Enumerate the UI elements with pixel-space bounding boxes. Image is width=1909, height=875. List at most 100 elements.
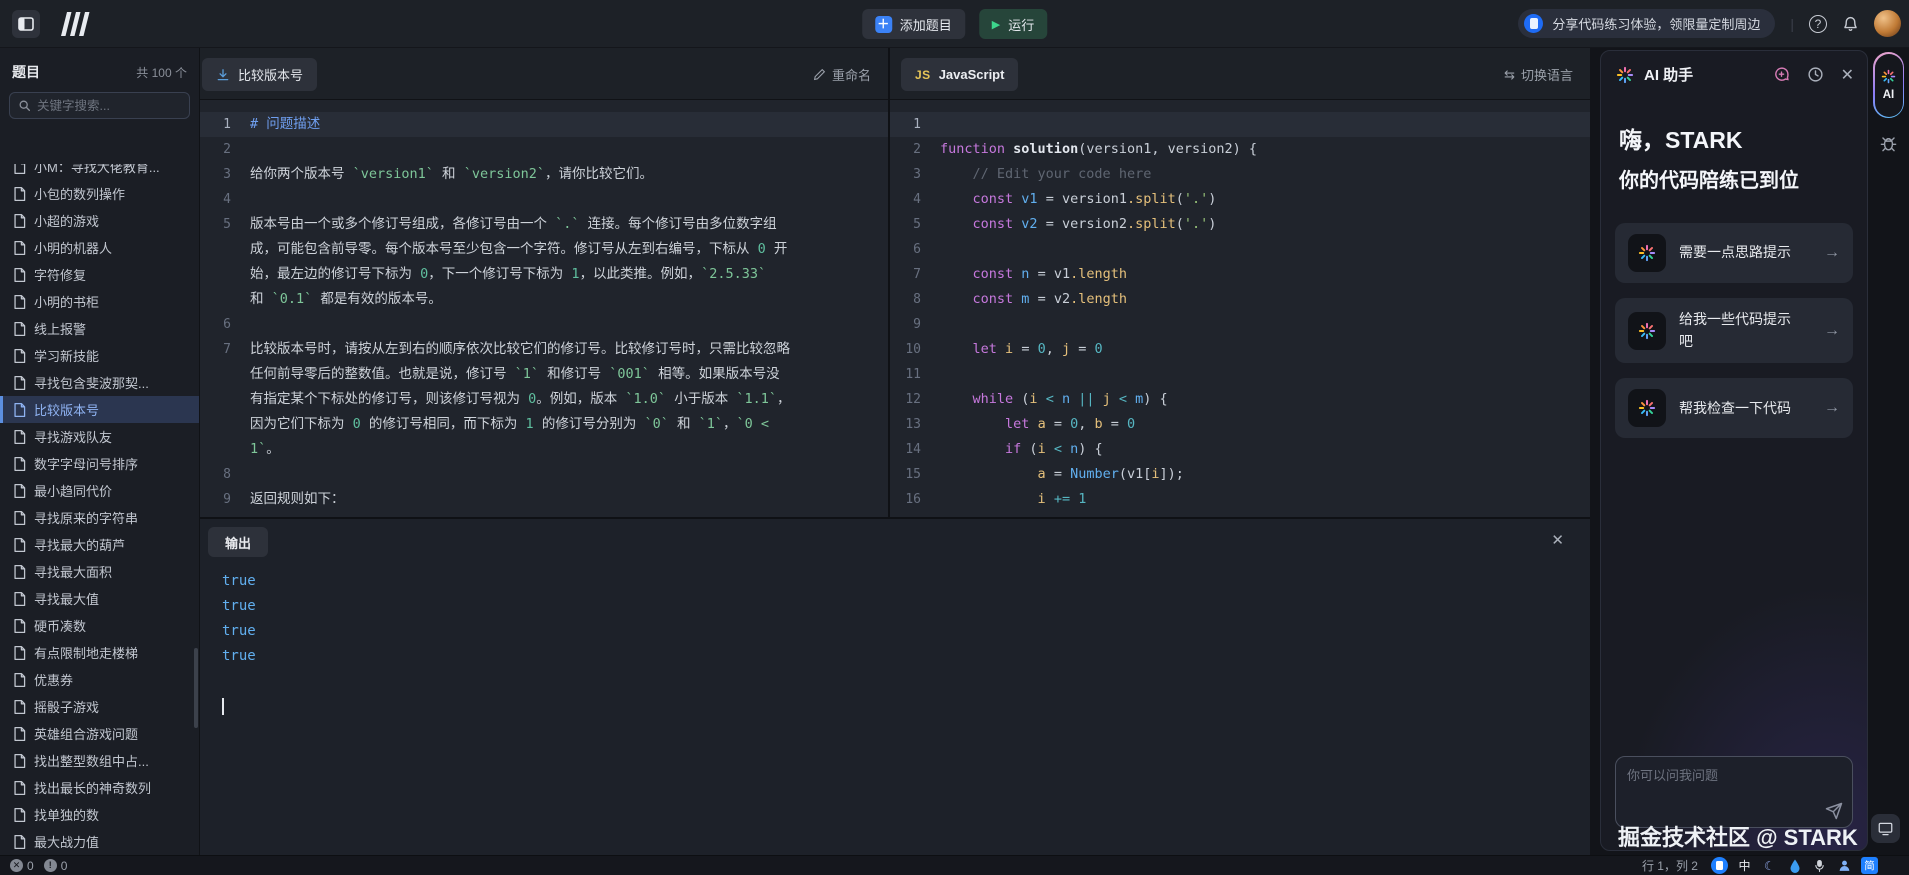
ai-input-box[interactable] bbox=[1615, 756, 1853, 828]
ai-toggle-button[interactable]: AI bbox=[1873, 52, 1904, 118]
problem-sidebar: 题目 共 100 个 小M：寻找大佬教育... 小包的数列操作小超的游戏小明的机器… bbox=[0, 48, 200, 855]
sidebar-item-硬币凑数[interactable]: 硬币凑数 bbox=[0, 612, 199, 639]
sidebar-item-寻找最大的葫芦[interactable]: 寻找最大的葫芦 bbox=[0, 531, 199, 558]
code-line: 1 bbox=[890, 112, 1590, 137]
search-input[interactable] bbox=[37, 98, 181, 113]
file-icon bbox=[14, 240, 26, 255]
sidebar-item-label: 小明的机器人 bbox=[34, 241, 113, 256]
bug-icon[interactable] bbox=[1879, 134, 1898, 158]
ai-close-icon[interactable]: ✕ bbox=[1841, 65, 1854, 85]
file-icon bbox=[14, 510, 26, 525]
juejin-tray-icon[interactable] bbox=[1711, 857, 1728, 874]
sparkle-icon bbox=[1628, 389, 1666, 428]
file-icon bbox=[14, 267, 26, 282]
promo-banner[interactable]: 分享代码练习体验，领限量定制周边 bbox=[1518, 9, 1776, 38]
sidebar-item-线上报警[interactable]: 线上报警 bbox=[0, 315, 199, 342]
description-line-text bbox=[250, 137, 888, 162]
sidebar-item-寻找原来的字符串[interactable]: 寻找原来的字符串 bbox=[0, 504, 199, 531]
sidebar-item-小M寻找大佬教育[interactable]: 小M：寻找大佬教育... bbox=[0, 164, 199, 180]
error-count[interactable]: ✕ 0 bbox=[10, 859, 34, 873]
ime-chinese-icon[interactable]: 中 bbox=[1736, 857, 1753, 874]
description-tab[interactable]: 比较版本号 bbox=[202, 58, 318, 91]
output-tab[interactable]: 输出 bbox=[208, 527, 269, 557]
sidebar-item-寻找最大值[interactable]: 寻找最大值 bbox=[0, 585, 199, 612]
sidebar-scrollbar[interactable] bbox=[194, 648, 198, 728]
ai-input[interactable] bbox=[1627, 765, 1842, 803]
sidebar-item-数字字母问号排序[interactable]: 数字字母问号排序 bbox=[0, 450, 199, 477]
sidebar-item-学习新技能[interactable]: 学习新技能 bbox=[0, 342, 199, 369]
line-number bbox=[200, 237, 250, 262]
sidebar-item-小超的游戏[interactable]: 小超的游戏 bbox=[0, 207, 199, 234]
floating-widget-button[interactable] bbox=[1871, 814, 1900, 843]
description-line-text: 因为它们下标为 0 的修订号相同，而下标为 1 的修订号分别为 `0` 和 `1… bbox=[250, 416, 770, 432]
sidebar-toggle-button[interactable] bbox=[12, 10, 40, 38]
description-editor[interactable]: 1 # 问题描述 2 3 给你两个版本号 `version1` 和 `version2`… bbox=[200, 100, 888, 517]
sidebar-item-小包的数列操作[interactable]: 小包的数列操作 bbox=[0, 180, 199, 207]
cursor-position[interactable]: 行 1，列 2 bbox=[1642, 857, 1698, 874]
dark-mode-icon[interactable]: ☾ bbox=[1761, 857, 1778, 874]
line-number: 8 bbox=[223, 467, 231, 482]
file-icon bbox=[14, 753, 26, 768]
simplified-chinese-icon[interactable]: 简 bbox=[1861, 857, 1878, 874]
sidebar-item-找出最长的神奇数列[interactable]: 找出最长的神奇数列 bbox=[0, 774, 199, 801]
app-grid-icon[interactable] bbox=[1886, 857, 1903, 874]
file-icon bbox=[14, 321, 26, 336]
sidebar-item-摇骰子游戏[interactable]: 摇骰子游戏 bbox=[0, 693, 199, 720]
sidebar-item-小明的机器人[interactable]: 小明的机器人 bbox=[0, 234, 199, 261]
rename-button[interactable]: 重命名 bbox=[813, 65, 871, 84]
sidebar-item-找出整型数组中占[interactable]: 找出整型数组中占... bbox=[0, 747, 199, 774]
ai-suggestion-label: 帮我检查一下代码 bbox=[1679, 399, 1791, 416]
description-line: 8 bbox=[200, 462, 888, 487]
ai-suggestion-card-2[interactable]: 给我一些代码提示吧 → bbox=[1615, 298, 1853, 364]
search-box[interactable] bbox=[9, 92, 190, 119]
drop-icon[interactable] bbox=[1786, 857, 1803, 874]
sidebar-item-找单独的数[interactable]: 找单独的数 bbox=[0, 801, 199, 828]
sidebar-item-寻找游戏队友[interactable]: 寻找游戏队友 bbox=[0, 423, 199, 450]
sidebar-item-比较版本号[interactable]: 比较版本号 bbox=[0, 396, 199, 423]
output-close-icon[interactable]: ✕ bbox=[1551, 531, 1564, 549]
description-line-text bbox=[250, 187, 888, 212]
output-line: true bbox=[222, 573, 256, 589]
code-pane: JS JavaScript ⇆ 切换语言 1 2 function solution… bbox=[890, 48, 1590, 517]
sidebar-item-小明的书柜[interactable]: 小明的书柜 bbox=[0, 288, 199, 315]
description-pane: 比较版本号 重命名 1 # 问题描述 2 3 给你两个版本号 `version1` 和 … bbox=[200, 48, 890, 517]
arrow-right-icon: → bbox=[1824, 321, 1840, 339]
run-label: 运行 bbox=[1008, 17, 1035, 33]
output-console[interactable]: true true true true bbox=[222, 569, 1580, 719]
bell-icon[interactable] bbox=[1842, 15, 1859, 33]
language-tab-label: JavaScript bbox=[938, 67, 1005, 82]
sidebar-item-字符修复[interactable]: 字符修复 bbox=[0, 261, 199, 288]
line-number: 5 bbox=[223, 217, 231, 232]
sidebar-item-最小趋同代价[interactable]: 最小趋同代价 bbox=[0, 477, 199, 504]
sidebar-item-优惠券[interactable]: 优惠券 bbox=[0, 666, 199, 693]
run-button[interactable]: ▶ 运行 bbox=[978, 9, 1048, 39]
ai-suggestion-card-3[interactable]: 帮我检查一下代码 → bbox=[1615, 378, 1853, 439]
line-number: 13 bbox=[905, 417, 921, 432]
sidebar-item-寻找包含斐波那契[interactable]: 寻找包含斐波那契... bbox=[0, 369, 199, 396]
sidebar-item-最大战力值[interactable]: 最大战力值 bbox=[0, 828, 199, 855]
sidebar-item-label: 学习新技能 bbox=[34, 349, 100, 364]
history-icon[interactable] bbox=[1807, 66, 1824, 83]
sidebar-item-label: 找出整型数组中占... bbox=[34, 754, 149, 769]
language-tab[interactable]: JS JavaScript bbox=[901, 58, 1019, 91]
send-icon[interactable] bbox=[1825, 802, 1843, 820]
line-number: 12 bbox=[905, 392, 921, 407]
new-chat-icon[interactable] bbox=[1773, 66, 1790, 83]
line-number: 1 bbox=[223, 117, 231, 132]
code-editor[interactable]: 1 2 function solution(version1, version2) … bbox=[890, 100, 1590, 517]
switch-language-label: 切换语言 bbox=[1520, 68, 1573, 83]
sidebar-item-有点限制地走楼梯[interactable]: 有点限制地走楼梯 bbox=[0, 639, 199, 666]
sidebar-item-label: 数字字母问号排序 bbox=[34, 457, 139, 472]
code-line-text: if (i < n) { bbox=[1005, 441, 1103, 457]
add-question-button[interactable]: ＋ 添加题目 bbox=[861, 9, 965, 39]
account-icon[interactable] bbox=[1836, 857, 1853, 874]
sidebar-item-英雄组合游戏问题[interactable]: 英雄组合游戏问题 bbox=[0, 720, 199, 747]
mic-icon[interactable] bbox=[1811, 857, 1828, 874]
avatar[interactable] bbox=[1874, 10, 1901, 37]
switch-language-button[interactable]: ⇆ 切换语言 bbox=[1504, 65, 1573, 84]
warning-count[interactable]: ! 0 bbox=[43, 859, 67, 873]
help-icon[interactable]: ? bbox=[1809, 14, 1827, 33]
output-line: true bbox=[222, 623, 256, 639]
ai-suggestion-card-1[interactable]: 需要一点思路提示 → bbox=[1615, 223, 1853, 283]
sidebar-item-寻找最大面积[interactable]: 寻找最大面积 bbox=[0, 558, 199, 585]
